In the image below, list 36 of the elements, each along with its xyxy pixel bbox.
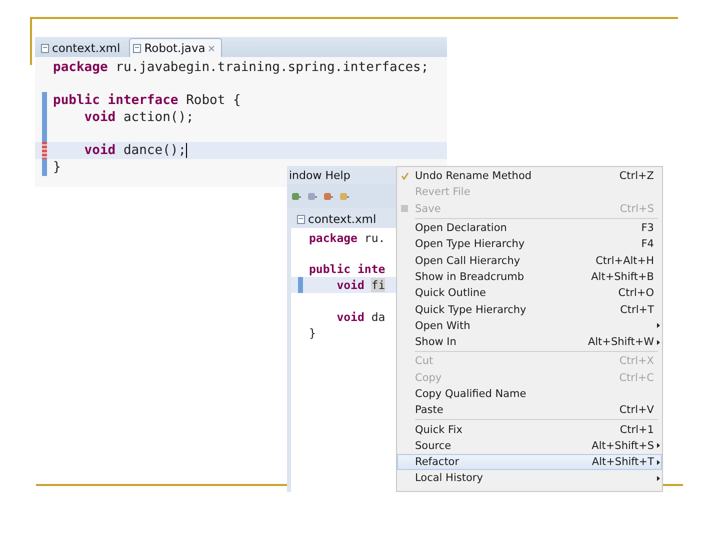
code-line: package ru.javabegin.training.spring.interfaces; bbox=[53, 60, 429, 75]
close-icon[interactable] bbox=[208, 44, 216, 52]
menu-item[interactable]: Open Declaration F3 bbox=[397, 220, 662, 236]
file-icon bbox=[41, 44, 49, 52]
menu-item[interactable]: Local History bbox=[397, 470, 662, 487]
menu-item[interactable]: Refactor Alt+Shift+T bbox=[397, 454, 662, 470]
menu-item[interactable]: Paste Ctrl+V bbox=[397, 402, 662, 418]
menu-item[interactable]: Copy Qualified Name bbox=[397, 386, 662, 402]
code-line: void fi bbox=[336, 278, 386, 292]
menu-item[interactable]: Show In Alt+Shift+W bbox=[397, 334, 662, 350]
menu-item[interactable]: Open Call Hierarchy Ctrl+Alt+H bbox=[397, 252, 662, 269]
toolbar-icon[interactable] bbox=[323, 192, 333, 200]
menu-item[interactable]: Show in Breadcrumb Alt+Shift+B bbox=[397, 268, 662, 286]
menu-item[interactable]: Open Type Hierarchy F4 bbox=[397, 236, 662, 252]
code-line: void action(); bbox=[84, 110, 194, 125]
menu-item[interactable]: Open With bbox=[397, 318, 662, 334]
code-line: package ru. bbox=[309, 230, 386, 245]
menu-item[interactable]: Undo Rename Method Ctrl+Z bbox=[397, 168, 662, 184]
menu-item[interactable]: Quick Type Hierarchy Ctrl+T bbox=[397, 301, 662, 318]
code-line: } bbox=[309, 326, 316, 340]
editor-tab[interactable]: context.xml bbox=[293, 209, 384, 228]
code-line: void dance(); bbox=[84, 143, 186, 158]
toolbar-icon[interactable] bbox=[291, 192, 301, 200]
code-line: void da bbox=[336, 310, 386, 324]
code-line: public interface Robot { bbox=[53, 93, 241, 108]
file-icon bbox=[133, 44, 142, 52]
menu-item[interactable]: Quick Fix Ctrl+1 bbox=[397, 421, 662, 438]
toolbar-icon[interactable] bbox=[307, 192, 317, 200]
code-line: public inte bbox=[309, 262, 386, 276]
menu-item[interactable]: Source Alt+Shift+S bbox=[397, 438, 662, 454]
editor-tab[interactable]: context.xml bbox=[37, 38, 128, 57]
menu-item[interactable]: Quick Outline Ctrl+O bbox=[397, 285, 662, 302]
file-icon bbox=[297, 214, 305, 224]
toolbar-icon[interactable] bbox=[339, 192, 349, 200]
editor-tab[interactable]: Robot.java bbox=[129, 38, 222, 57]
code-line: } bbox=[53, 160, 61, 175]
